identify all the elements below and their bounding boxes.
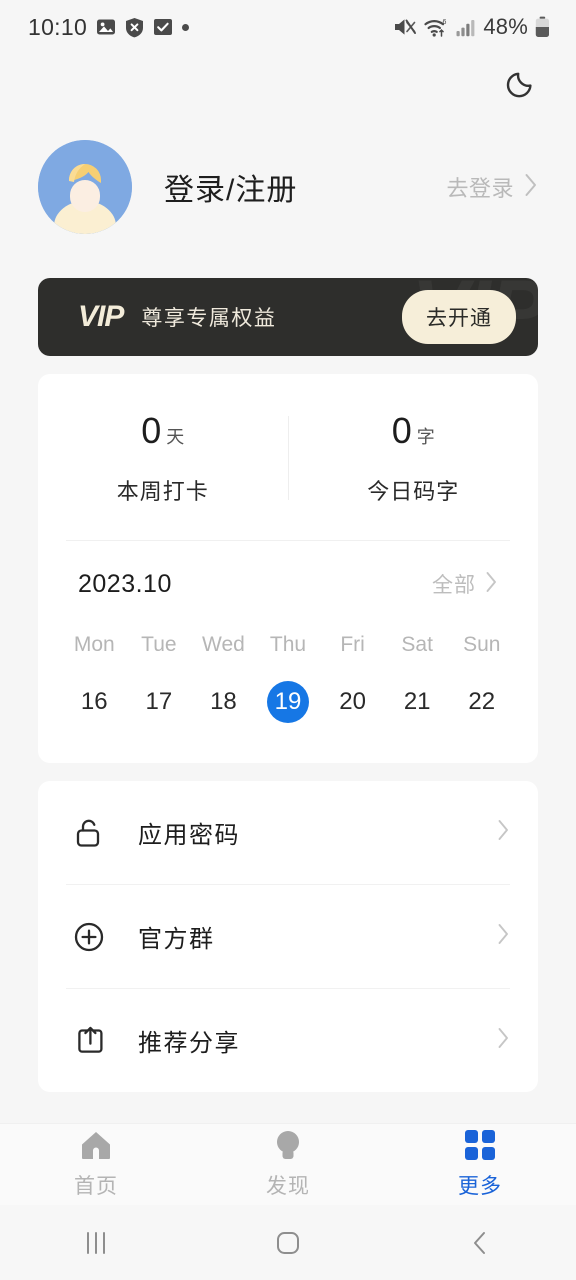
calendar-all-link[interactable]: 全部 [432,569,498,599]
calendar-day[interactable]: 21 [385,681,450,723]
vip-activate-button[interactable]: 去开通 [402,290,516,344]
stat-label: 今日码字 [367,479,460,504]
calendar-month: 2023.10 [78,569,172,598]
share-icon [66,1024,112,1058]
calendar-day-label: 16 [80,688,108,715]
calendar-weekday-row: Mon Tue Wed Thu Fri Sat Sun [38,633,538,657]
app-screen: 10:10 6 48% 登录/注册 去登录 VIP 尊享专属权益 去开通 0 天… [0,0,576,1280]
status-bar: 10:10 6 48% [0,0,576,54]
calendar-day[interactable]: 20 [320,681,385,723]
weekday-wed: Wed [202,633,245,656]
tab-home[interactable]: 首页 [0,1129,192,1200]
weekday-tue: Tue [141,633,177,656]
image-icon [96,17,116,37]
lock-open-icon [66,816,112,850]
profile-row[interactable]: 登录/注册 去登录 [0,122,576,252]
calendar-day-row: 16 17 18 19 20 21 22 [38,681,538,763]
dot-icon [182,23,190,31]
svg-text:6: 6 [443,19,447,26]
login-action-label: 去登录 [446,176,514,201]
vip-logo: VIP [78,300,124,333]
weekday-fri: Fri [340,633,365,656]
chevron-right-icon [485,571,498,598]
tab-label: 首页 [74,1175,118,1198]
menu-list: 应用密码 官方群 推荐分享 [38,781,538,1092]
stat-checkin[interactable]: 0天 本周打卡 [38,410,288,506]
moon-icon[interactable] [500,61,544,105]
calendar-day-label: 20 [339,688,366,715]
signal-bars-icon [456,18,476,37]
home-square-icon[interactable] [192,1229,384,1257]
menu-item-label: 应用密码 [138,822,240,849]
profile-name: 登录/注册 [164,174,298,207]
calendar-header: 2023.10 全部 [38,541,538,599]
lightbulb-icon [273,1129,303,1166]
menu-item-app-password[interactable]: 应用密码 [66,781,510,884]
calendar-day[interactable]: 17 [127,681,192,723]
status-time: 10:10 [28,13,88,40]
tab-label: 更多 [458,1175,502,1198]
calendar-day-selected[interactable]: 19 [256,681,321,723]
calendar-day-label: 19 [267,681,310,723]
header-bar [0,54,576,112]
chevron-right-icon [497,923,510,950]
calendar-day-label: 17 [145,688,173,715]
back-chevron-icon[interactable] [384,1229,576,1257]
mute-icon [393,16,417,38]
bottom-tab-bar: 首页 发现 更多 [0,1123,576,1205]
avatar[interactable] [38,140,132,234]
stat-value: 0 [391,410,412,451]
weekday-sun: Sun [463,633,501,656]
vip-banner[interactable]: VIP VIP 尊享专属权益 去开通 [38,278,538,356]
menu-item-share[interactable]: 推荐分享 [66,989,510,1092]
stat-value: 0 [141,410,162,451]
stats-row: 0天 本周打卡 0字 今日码字 [38,374,538,540]
plus-circle-icon [66,921,112,953]
menu-item-official-group[interactable]: 官方群 [66,885,510,988]
calendar-day-label: 21 [403,688,431,715]
calendar-day-label: 22 [468,688,496,715]
stat-unit: 字 [416,427,435,447]
calendar-day[interactable]: 16 [62,681,127,723]
recents-icon[interactable] [0,1229,192,1257]
stats-calendar-card: 0天 本周打卡 0字 今日码字 2023.10 全部 Mon Tue Wed T… [38,374,538,763]
calendar-day-label: 18 [210,688,237,715]
tab-label: 发现 [266,1175,310,1198]
stat-unit: 天 [166,427,185,447]
stat-words[interactable]: 0字 今日码字 [289,410,539,506]
vip-subtitle: 尊享专属权益 [141,307,277,330]
weekday-sat: Sat [401,633,433,656]
chevron-right-icon [524,173,538,202]
shield-x-icon [125,17,144,38]
menu-item-label: 官方群 [138,926,215,953]
battery-icon [535,16,550,38]
calendar-day[interactable]: 22 [449,681,514,723]
home-icon [79,1129,113,1166]
chevron-right-icon [497,1027,510,1054]
weekday-mon: Mon [73,633,115,656]
weekday-thu: Thu [269,633,307,656]
stat-label: 本周打卡 [116,479,209,504]
battery-percent: 48% [483,14,528,39]
calendar-all-label: 全部 [432,574,476,597]
calendar-day[interactable]: 18 [191,681,256,723]
status-bar-right: 6 48% [393,14,550,40]
checkbox-checked-icon [153,17,173,37]
android-nav-bar [0,1205,576,1280]
tab-discover[interactable]: 发现 [192,1129,384,1200]
wifi6-icon: 6 [424,17,449,38]
status-bar-left: 10:10 [28,13,190,41]
menu-card: 应用密码 官方群 推荐分享 [38,781,538,1092]
tab-more[interactable]: 更多 [384,1129,576,1200]
chevron-right-icon [497,819,510,846]
grid-icon [464,1129,496,1166]
login-action[interactable]: 去登录 [446,171,538,203]
menu-item-label: 推荐分享 [138,1030,240,1057]
